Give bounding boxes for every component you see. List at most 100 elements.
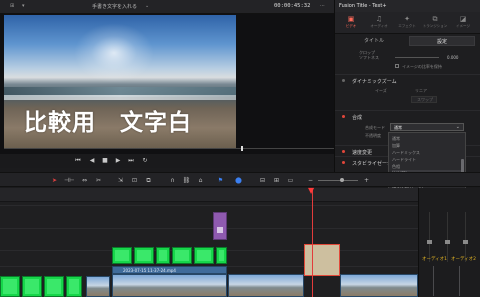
mixer-channel-label: オーディオ2 [451,257,477,262]
timeline-ruler[interactable] [0,188,418,202]
dropdown-option[interactable]: ハードライト [392,156,462,163]
zoom-slider-handle[interactable] [340,178,344,182]
play-icon[interactable]: ▶ [114,157,122,165]
more-options-icon[interactable]: ⋯ [320,3,325,9]
zoom-fit-icon[interactable]: ⊟ [258,176,267,185]
dynamic-trim-icon[interactable]: ⇔ [80,176,89,185]
subtab-settings[interactable]: 設定 [409,36,475,46]
section-dynamic-zoom[interactable]: ダイナミックズーム [335,74,480,85]
selected-clip[interactable] [304,244,340,276]
video-clip-header[interactable]: 2023-07-15 11-37-24.mp4 [112,266,227,274]
dropdown-icon[interactable]: ▾ [22,3,25,9]
swap-label: スワップ [417,97,433,102]
video-clip-thumbnails[interactable] [228,274,304,297]
green-clip[interactable] [194,247,214,264]
green-clip[interactable] [44,276,64,297]
playhead-handle[interactable]: ▼ [308,187,317,195]
toggle-dot[interactable] [342,79,345,82]
viewer-scrubber[interactable] [4,146,334,151]
green-clip[interactable] [156,247,170,264]
video-clip-thumbnails[interactable] [112,274,227,297]
fader-handle[interactable] [427,240,432,244]
tab-audio-label: オーディオ [370,24,388,28]
ease-value[interactable]: リニア [415,88,427,94]
retain-ratio-row: イメージの比率を保持 [335,62,480,72]
last-frame-icon[interactable]: ⏭ [127,157,135,165]
toggle-dot[interactable] [342,161,345,164]
softness-value[interactable]: 0.000 [447,55,458,60]
green-clip[interactable] [0,276,20,297]
overwrite-icon[interactable]: ⊡ [130,176,139,185]
section-speed-change-label: 速度変更 [352,150,373,156]
tab-video[interactable]: ▣ ビデオ [337,14,365,32]
insert-icon[interactable]: ⇲ [116,176,125,185]
zoom-detail-icon[interactable]: ⊞ [272,176,281,185]
stop-icon[interactable]: ■ [101,157,109,165]
green-clip[interactable] [172,247,192,264]
replace-icon[interactable]: ⧉ [144,176,153,185]
tab-transition-label: トランジション [422,24,448,28]
video-clip-thumbnails[interactable] [340,274,418,297]
zoom-slider[interactable] [318,180,358,181]
snapping-icon[interactable]: ∩ [168,176,177,185]
inspector-header: Fusion Title - Text+ [335,0,480,12]
image-icon: ◪ [459,15,467,23]
tab-image[interactable]: ◪ イメージ [449,14,477,32]
blade-icon[interactable]: ✂ [94,176,103,185]
toggle-dot[interactable] [342,115,345,118]
zoom-custom-icon[interactable]: ▭ [286,176,295,185]
fader-track[interactable] [463,212,468,262]
title-overlay-text[interactable]: 比較用 文字白 [24,103,192,137]
section-composite-label: 合成 [352,115,363,121]
dropdown-option[interactable]: 加算 [392,142,462,149]
audio-icon: ♫ [375,15,383,23]
zoom-out-icon[interactable]: − [306,176,315,185]
tab-transition[interactable]: ⧉ トランジション [421,14,449,32]
level-meter [433,266,434,296]
fader-handle[interactable] [445,240,450,244]
green-clip[interactable] [66,276,82,297]
chevron-down-icon[interactable]: ⌄ [145,3,149,9]
marker-icon[interactable]: ⬤ [234,176,243,185]
toggle-dot[interactable] [342,150,345,153]
fader-track[interactable] [427,212,432,262]
ease-label: イーズ [375,88,387,93]
timeline-toolbar: ➤ ⊣⊢ ⇔ ✂ ⇲ ⊡ ⧉ ∩ ⛓ ⌂ ⚑ ⬤ ⊟ ⊞ ▭ − + [0,172,480,187]
tab-effects[interactable]: ✦ エフェクト [393,14,421,32]
selection-icon[interactable]: ➤ [50,176,59,185]
green-clip[interactable] [216,247,227,264]
zoom-icon[interactable]: ⊞ [10,3,14,9]
zoom-in-icon[interactable]: + [362,176,371,185]
section-dynamic-zoom-label: ダイナミックズーム [352,79,397,85]
softness-label: ソフトネス [359,55,379,60]
link-icon[interactable]: ⛓ [182,176,191,185]
section-composite[interactable]: 合成 [335,110,480,121]
subtab-title[interactable]: タイトル [341,36,407,46]
project-title[interactable]: 手書き文字を入れる [92,3,137,10]
tab-audio[interactable]: ♫ オーディオ [365,14,393,32]
dropdown-option[interactable]: 通常 [392,135,462,142]
position-lock-icon[interactable]: ⌂ [196,176,205,185]
first-frame-icon[interactable]: ⏮ [74,157,82,165]
video-clip-thumbnails[interactable] [86,276,110,297]
title-clip-thumbnail [217,227,223,233]
retain-ratio-checkbox[interactable] [395,64,399,68]
reverse-play-icon[interactable]: ◀ [88,157,96,165]
title-clip[interactable] [213,212,227,240]
loop-icon[interactable]: ↻ [141,157,149,165]
trim-icon[interactable]: ⊣⊢ [64,176,74,185]
fader-handle[interactable] [463,240,468,244]
blend-mode-select[interactable]: 通常 ⌄ [390,123,464,131]
chevron-down-icon: ⌄ [455,124,460,130]
softness-slider[interactable] [395,57,439,58]
scrubber-handle[interactable] [241,146,243,151]
green-clip[interactable] [134,247,154,264]
dropdown-option[interactable]: 色相 [392,163,462,170]
video-preview[interactable]: 比較用 文字白 [4,15,236,148]
green-clip[interactable] [22,276,42,297]
dropdown-option[interactable]: ハードミックス [392,149,462,156]
flag-icon[interactable]: ⚑ [216,176,225,185]
fader-track[interactable] [445,212,450,262]
green-clip[interactable] [112,247,132,264]
playhead-line[interactable] [312,188,313,297]
